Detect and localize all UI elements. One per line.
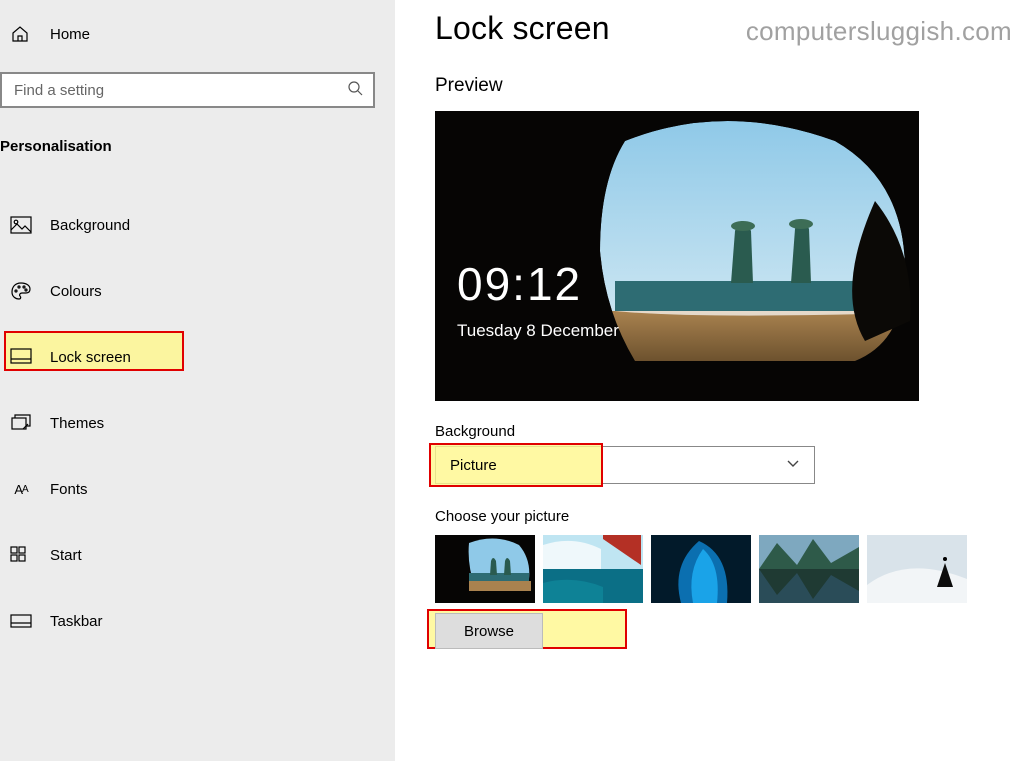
taskbar-icon bbox=[10, 611, 32, 631]
search-icon bbox=[347, 80, 363, 100]
search-input-wrap[interactable] bbox=[0, 72, 375, 108]
picture-icon bbox=[10, 215, 32, 235]
browse-button[interactable]: Browse bbox=[435, 613, 543, 649]
sidebar-item-label: Colours bbox=[50, 283, 102, 300]
section-heading: Personalisation bbox=[0, 108, 395, 165]
sidebar-item-fonts[interactable]: AA Fonts bbox=[0, 469, 395, 509]
preview-time: 09:12 bbox=[457, 261, 582, 307]
sidebar-item-label: Taskbar bbox=[50, 613, 103, 630]
sidebar-item-themes[interactable]: Themes bbox=[0, 403, 395, 443]
choose-picture-label: Choose your picture bbox=[435, 508, 1024, 525]
sidebar-item-background[interactable]: Background bbox=[0, 205, 395, 245]
picture-thumb-5[interactable] bbox=[867, 535, 967, 603]
content-panel: computersluggish.com Lock screen Preview bbox=[395, 0, 1024, 761]
sidebar-item-lock-screen[interactable]: Lock screen bbox=[0, 337, 395, 377]
background-select[interactable]: Picture bbox=[435, 446, 815, 484]
watermark: computersluggish.com bbox=[746, 16, 1012, 47]
themes-icon bbox=[10, 413, 32, 433]
settings-sidebar: Home Personalisation bbox=[0, 0, 395, 761]
home-icon bbox=[10, 24, 30, 44]
lockscreen-preview: 09:12 Tuesday 8 December bbox=[435, 111, 919, 401]
background-select-value: Picture bbox=[450, 457, 497, 474]
background-label: Background bbox=[435, 423, 1024, 440]
preview-heading: Preview bbox=[435, 75, 1024, 97]
home-nav[interactable]: Home bbox=[0, 18, 395, 50]
sidebar-item-label: Start bbox=[50, 547, 82, 564]
sidebar-item-label: Fonts bbox=[50, 481, 88, 498]
start-icon bbox=[10, 545, 32, 565]
picture-thumbnails bbox=[435, 535, 1024, 603]
browse-button-label: Browse bbox=[464, 623, 514, 640]
lock-screen-icon bbox=[10, 347, 32, 367]
sidebar-item-label: Themes bbox=[50, 415, 104, 432]
picture-thumb-1[interactable] bbox=[435, 535, 535, 603]
chevron-down-icon bbox=[786, 456, 800, 474]
picture-thumb-3[interactable] bbox=[651, 535, 751, 603]
search-input[interactable] bbox=[12, 81, 347, 100]
sidebar-item-colours[interactable]: Colours bbox=[0, 271, 395, 311]
sidebar-item-start[interactable]: Start bbox=[0, 535, 395, 575]
palette-icon bbox=[10, 281, 32, 301]
preview-date: Tuesday 8 December bbox=[457, 321, 619, 341]
sidebar-item-taskbar[interactable]: Taskbar bbox=[0, 601, 395, 641]
home-label: Home bbox=[50, 26, 90, 43]
personalisation-nav: Background Colours bbox=[0, 205, 395, 667]
fonts-icon: AA bbox=[10, 479, 32, 499]
picture-thumb-2[interactable] bbox=[543, 535, 643, 603]
picture-thumb-4[interactable] bbox=[759, 535, 859, 603]
sidebar-item-label: Lock screen bbox=[50, 349, 131, 366]
sidebar-item-label: Background bbox=[50, 217, 130, 234]
